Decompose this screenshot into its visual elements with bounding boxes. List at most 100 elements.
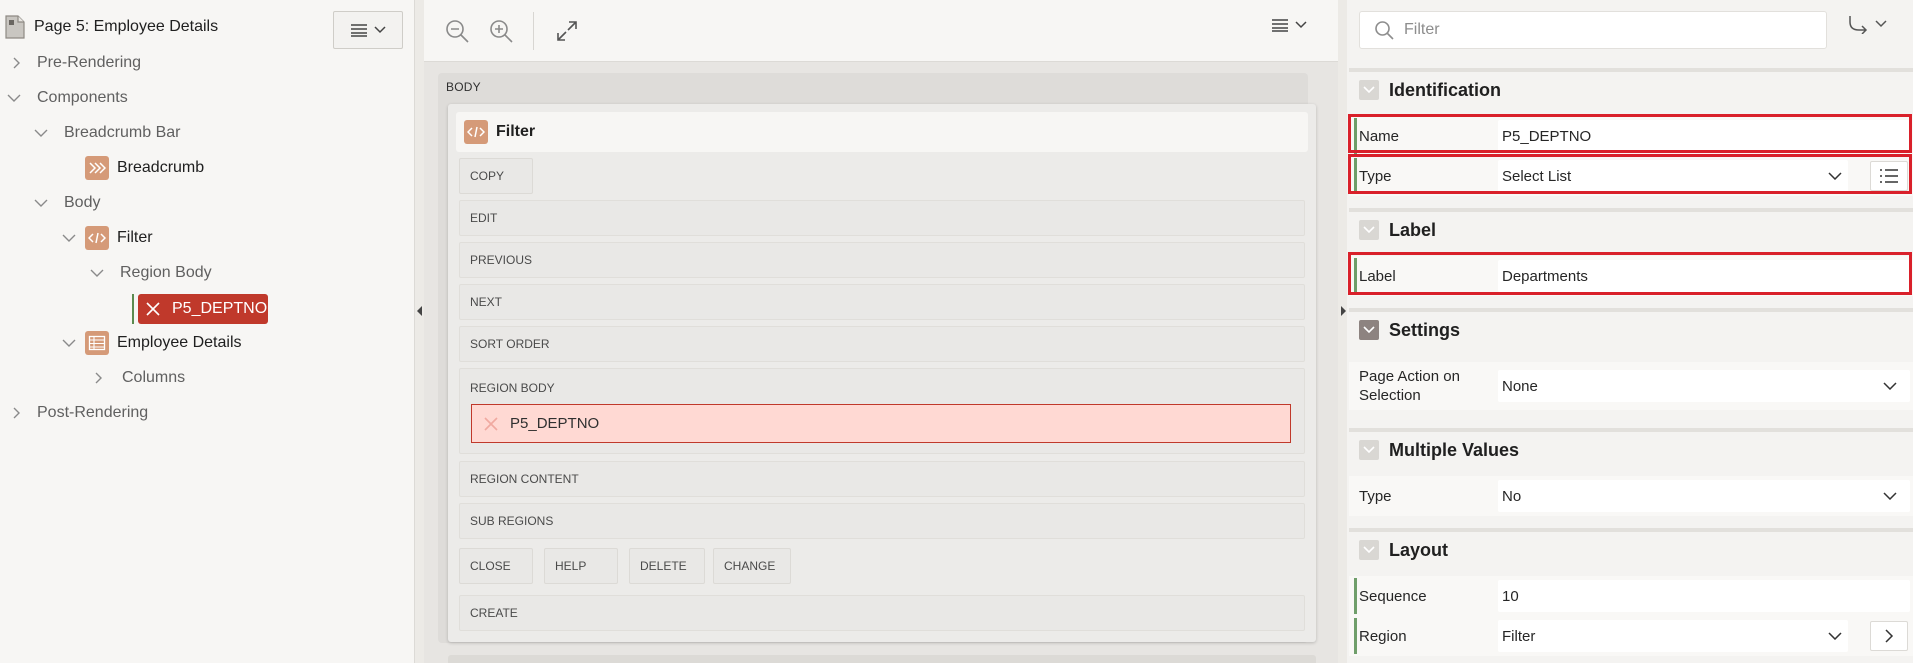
slot-delete[interactable]: DELETE: [629, 548, 705, 584]
layout-editor: BODY Filter COPY EDIT PREVIOUS NEXT SORT…: [424, 0, 1338, 663]
layout-item-p5-deptno[interactable]: P5_DEPTNO: [471, 404, 1291, 443]
slot-label: SORT ORDER: [470, 337, 550, 351]
slot-edit[interactable]: EDIT: [459, 200, 1305, 236]
tree-node-breadcrumb[interactable]: Breadcrumb: [85, 153, 204, 183]
modified-marker: [132, 294, 134, 324]
multiple-type-select[interactable]: No: [1498, 480, 1910, 512]
zoom-in-icon[interactable]: [488, 18, 514, 44]
toolbar-divider: [533, 12, 534, 50]
go-to-group-button[interactable]: [1847, 14, 1887, 34]
hamburger-menu-icon: [1272, 19, 1288, 32]
tree-node-filter[interactable]: Filter: [62, 223, 153, 253]
section-toggle[interactable]: [1359, 440, 1379, 460]
slot-label: CREATE: [470, 606, 518, 620]
chevron-down-icon: [34, 129, 48, 137]
chevron-down-icon: [1295, 21, 1307, 29]
page-title: Page 5: Employee Details: [34, 18, 219, 35]
slot-label: SUB REGIONS: [470, 514, 554, 528]
property-filter[interactable]: [1359, 11, 1827, 49]
slot-create[interactable]: CREATE: [459, 595, 1305, 631]
slot-previous[interactable]: PREVIOUS: [459, 242, 1305, 278]
left-splitter[interactable]: [415, 0, 424, 663]
highlight-name: [1348, 114, 1912, 153]
tree-node-label: Employee Details: [117, 334, 242, 351]
slot-label: REGION CONTENT: [470, 472, 579, 486]
report-region-icon: [85, 331, 109, 355]
chevron-down-icon: [62, 339, 76, 347]
chevron-down-icon: [1828, 632, 1842, 640]
tree-node-p5-deptno[interactable]: P5_DEPTNO: [138, 294, 268, 324]
tree-node-label: P5_DEPTNO: [172, 300, 268, 317]
property-filter-input[interactable]: [1404, 21, 1804, 39]
property-label: Sequence: [1359, 587, 1427, 605]
filter-region-header[interactable]: Filter: [456, 112, 1308, 152]
next-region-edge: [448, 655, 1316, 663]
zoom-out-icon[interactable]: [444, 18, 470, 44]
section-multiple-values[interactable]: Multiple Values: [1349, 428, 1913, 468]
tree-node-components[interactable]: Components: [7, 83, 128, 113]
collapse-left-icon: [417, 306, 422, 316]
tree-node-region-body[interactable]: Region Body: [90, 258, 212, 288]
tree-node-employee-details[interactable]: Employee Details: [62, 328, 242, 358]
section-toggle[interactable]: [1359, 80, 1379, 100]
slot-help[interactable]: HELP: [544, 548, 618, 584]
chevron-down-icon: [1883, 382, 1897, 390]
section-label[interactable]: Label: [1349, 208, 1913, 248]
tree-node-post-rendering[interactable]: Post-Rendering: [10, 398, 148, 428]
modified-marker: [1354, 618, 1357, 654]
section-toggle[interactable]: [1359, 540, 1379, 560]
section-toggle[interactable]: [1359, 220, 1379, 240]
sequence-input[interactable]: 10: [1498, 580, 1910, 612]
tree-node-label: Columns: [122, 369, 186, 386]
tree-node-body[interactable]: Body: [34, 188, 100, 218]
static-content-region-icon: [464, 120, 488, 144]
tree-node-label: Region Body: [120, 264, 212, 281]
slot-sort-order[interactable]: SORT ORDER: [459, 326, 1305, 362]
modified-marker: [1354, 578, 1357, 614]
go-to-region-button[interactable]: [1870, 621, 1908, 651]
chevron-right-icon: [95, 372, 102, 384]
right-splitter[interactable]: [1338, 0, 1347, 663]
tree-node-label: Body: [64, 194, 101, 211]
section-settings[interactable]: Settings: [1349, 308, 1913, 348]
collapse-right-icon: [1341, 306, 1346, 316]
section-identification[interactable]: Identification: [1349, 68, 1913, 108]
slot-next[interactable]: NEXT: [459, 284, 1305, 320]
property-page-action: Page Action on Selection None: [1349, 362, 1913, 410]
chevron-right-icon: [1885, 629, 1894, 643]
slot-label: PREVIOUS: [470, 253, 533, 267]
chevron-down-icon: [1363, 226, 1375, 234]
page-action-select[interactable]: None: [1498, 370, 1910, 402]
slot-label: DELETE: [640, 559, 687, 573]
tree-node-columns[interactable]: Columns: [92, 363, 185, 393]
tree-menu-button[interactable]: [333, 11, 403, 49]
section-toggle[interactable]: [1359, 320, 1379, 340]
tree-node-pre-rendering[interactable]: Pre-Rendering: [10, 48, 141, 78]
layout-menu-button[interactable]: [1271, 18, 1307, 32]
slot-copy[interactable]: COPY: [459, 158, 533, 194]
property-label: Region: [1359, 627, 1407, 645]
property-multiple-type: Type No: [1349, 476, 1913, 516]
tree-node-breadcrumb-bar[interactable]: Breadcrumb Bar: [34, 118, 181, 148]
expand-icon[interactable]: [554, 18, 580, 44]
slot-label: EDIT: [470, 211, 498, 225]
region-select[interactable]: Filter: [1498, 620, 1848, 652]
slot-change[interactable]: CHANGE: [713, 548, 791, 584]
slot-close[interactable]: CLOSE: [459, 548, 533, 584]
go-to-group-icon: [1849, 16, 1868, 34]
property-editor: Identification Name P5_DEPTNO Type Selec…: [1347, 0, 1913, 663]
slot-label: CLOSE: [470, 559, 511, 573]
slot-sub-regions[interactable]: SUB REGIONS: [459, 503, 1305, 539]
property-region: Region Filter: [1349, 616, 1913, 656]
chevron-down-icon: [374, 26, 386, 34]
property-label: Page Action on Selection: [1359, 368, 1460, 404]
chevron-down-icon: [7, 94, 21, 102]
static-content-region-icon: [85, 226, 109, 250]
slot-region-content[interactable]: REGION CONTENT: [459, 461, 1305, 497]
section-layout[interactable]: Layout: [1349, 528, 1913, 568]
section-title: Multiple Values: [1389, 439, 1520, 460]
tree-node-label: Post-Rendering: [37, 404, 149, 421]
close-icon: [146, 302, 160, 316]
chevron-down-icon: [62, 234, 76, 242]
rendering-tree-panel: Page 5: Employee Details Pre-Rendering C…: [0, 0, 415, 663]
